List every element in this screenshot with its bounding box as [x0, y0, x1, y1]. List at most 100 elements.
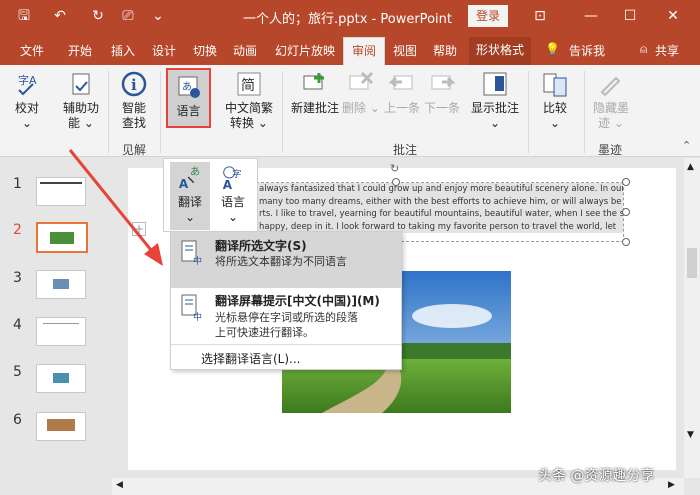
previous-comment-button[interactable]: 上一条	[382, 70, 422, 116]
login-button[interactable]: 登录	[468, 5, 508, 27]
svg-text:A: A	[223, 178, 233, 192]
tab-shape-format[interactable]: 形状格式	[469, 37, 531, 65]
slide-number: 6	[13, 412, 22, 428]
slide-number: 3	[13, 270, 22, 286]
choose-translation-language-item[interactable]: 选择翻译语言(L)...	[171, 347, 401, 369]
accessibility-button[interactable]: 辅助功能 ⌄	[58, 70, 104, 131]
share-icon[interactable]: ⍝	[640, 42, 647, 57]
language-options-label: 语言	[220, 195, 245, 209]
tab-view[interactable]: 视图	[393, 42, 417, 59]
language-icon: あ	[178, 76, 200, 98]
tab-home[interactable]: 开始	[68, 42, 92, 59]
tab-review[interactable]: 审阅	[343, 37, 385, 65]
slide-thumbnail[interactable]	[36, 177, 86, 206]
hide-ink-button[interactable]: 隐藏墨迹 ⌄	[590, 70, 632, 131]
spelling-button[interactable]: 字A 校对 ⌄	[8, 70, 46, 131]
slide-thumbnail[interactable]	[36, 364, 86, 393]
chevron-down-icon: ⌄	[184, 210, 196, 224]
previous-comment-icon	[388, 75, 413, 90]
new-comment-button[interactable]: 新建批注	[288, 70, 342, 116]
chevron-down-icon: ⌄	[549, 116, 561, 130]
present-icon[interactable]: ⎚	[118, 6, 138, 26]
group-comments-label: 批注	[393, 143, 418, 157]
tab-slideshow[interactable]: 幻灯片放映	[275, 42, 335, 59]
resize-handle[interactable]	[392, 178, 400, 186]
scroll-left-icon[interactable]: ◀	[116, 480, 123, 490]
slide-thumbnail[interactable]	[36, 412, 86, 441]
smart-lookup-label-2: 查找	[121, 116, 146, 130]
hide-ink-icon	[600, 76, 621, 97]
scroll-down-icon[interactable]: ▼	[687, 430, 694, 440]
close-icon[interactable]: ✕	[660, 5, 686, 27]
chevron-down-icon: ⌄	[489, 116, 501, 130]
chs-cht-label-2: 转换	[230, 116, 255, 130]
title-bar: 🖫 ↶ ↻ ⎚ ⌄ 一个人的；旅行.pptx - PowerPoint 登录 ⊡…	[0, 0, 700, 33]
slide-thumbnail[interactable]	[36, 270, 86, 299]
previous-label: 上一条	[383, 101, 420, 115]
tab-animations[interactable]: 动画	[233, 42, 257, 59]
translate-button[interactable]: あA 翻译 ⌄	[170, 162, 210, 230]
tab-help[interactable]: 帮助	[433, 42, 457, 59]
smart-lookup-button[interactable]: i 智能 查找	[114, 70, 154, 131]
svg-text:中: 中	[193, 255, 202, 266]
menu-item-description: 上可快速进行翻译。	[215, 326, 314, 339]
svg-text:あ: あ	[190, 166, 200, 178]
text-line: always fantasized that I could grow up a…	[259, 184, 624, 194]
minimize-icon[interactable]: —	[578, 5, 604, 27]
smart-lookup-icon: i	[121, 71, 147, 97]
show-comments-button[interactable]: 显示批注 ⌄	[468, 70, 522, 131]
resize-handle[interactable]	[622, 178, 630, 186]
customize-qat-icon[interactable]: ⌄	[148, 6, 168, 26]
save-icon[interactable]: 🖫	[14, 6, 34, 26]
tab-insert[interactable]: 插入	[111, 42, 135, 59]
undo-icon[interactable]: ↶	[50, 6, 70, 26]
translate-screentip-icon: 中	[181, 294, 202, 322]
slide-thumbnail[interactable]	[36, 317, 86, 346]
resize-handle[interactable]	[622, 238, 630, 246]
separator	[528, 71, 529, 153]
share-button[interactable]: 共享	[655, 42, 679, 59]
maximize-icon[interactable]: ☐	[617, 5, 643, 27]
hide-ink-label: 隐藏墨	[592, 101, 629, 115]
scroll-up-icon[interactable]: ▲	[687, 162, 694, 172]
separator	[160, 71, 161, 153]
chs-cht-convert-button[interactable]: 简 中文简繁 转换 ⌄	[222, 70, 276, 131]
tab-design[interactable]: 设计	[152, 42, 176, 59]
slide-thumbnail-pane: 1 2 3 4 5 6	[0, 158, 106, 495]
compare-label: 比较	[542, 101, 567, 115]
slide-thumbnail-selected[interactable]	[36, 222, 88, 253]
language-dropdown: あA 翻译 ⌄ 字A 语言 ⌄	[163, 158, 258, 232]
redo-icon[interactable]: ↻	[88, 6, 108, 26]
vertical-scrollbar[interactable]: ▲ ▼	[684, 158, 700, 478]
accessibility-label-2: 能	[68, 116, 81, 130]
chevron-down-icon: ⌄	[254, 116, 268, 130]
translate-icon: あA	[179, 166, 200, 191]
scroll-right-icon[interactable]: ▶	[668, 480, 675, 490]
next-comment-button[interactable]: 下一条	[422, 70, 462, 116]
chs-cht-label: 中文简繁	[224, 101, 273, 115]
ribbon: 字A 校对 ⌄ 辅助功能 ⌄ i 智能 查找 见解 あ 语言 简 中文简繁 转换 ⌄ …	[0, 65, 700, 157]
svg-text:简: 简	[241, 77, 255, 94]
chevron-down-icon: ⌄	[227, 210, 239, 224]
accessibility-icon	[72, 73, 90, 95]
group-insights-label: 见解	[122, 143, 147, 157]
slide-number: 5	[13, 364, 22, 380]
collapse-ribbon-icon[interactable]: ⌃	[682, 139, 691, 152]
ribbon-display-options-icon[interactable]: ⊡	[527, 5, 553, 27]
language-options-button[interactable]: 字A 语言 ⌄	[212, 162, 254, 225]
tab-transitions[interactable]: 切换	[193, 42, 217, 59]
next-label: 下一条	[423, 101, 460, 115]
chevron-down-icon: ⌄	[21, 116, 33, 130]
tab-file[interactable]: 文件	[20, 42, 44, 59]
rotate-handle-icon[interactable]: ↻	[390, 162, 399, 175]
language-button[interactable]: あ 语言	[166, 68, 211, 128]
resize-handle[interactable]	[622, 208, 630, 216]
translate-selected-text-item[interactable]: 中 翻译所选文字(S) 将所选文本翻译为不同语言	[171, 232, 401, 288]
scroll-thumb[interactable]	[687, 248, 697, 278]
delete-comment-button[interactable]: 删除 ⌄	[342, 70, 380, 116]
compare-button[interactable]: 比较 ⌄	[536, 70, 574, 131]
tell-me-search[interactable]: 告诉我	[569, 42, 605, 59]
chevron-down-icon: ⌄	[80, 116, 94, 130]
delete-label: 删除	[342, 101, 367, 115]
translate-screentip-item[interactable]: 中 翻译屏幕提示[中文(中国)](M) 光标悬停在字词或所选的段落 上可快速进行…	[171, 288, 401, 344]
